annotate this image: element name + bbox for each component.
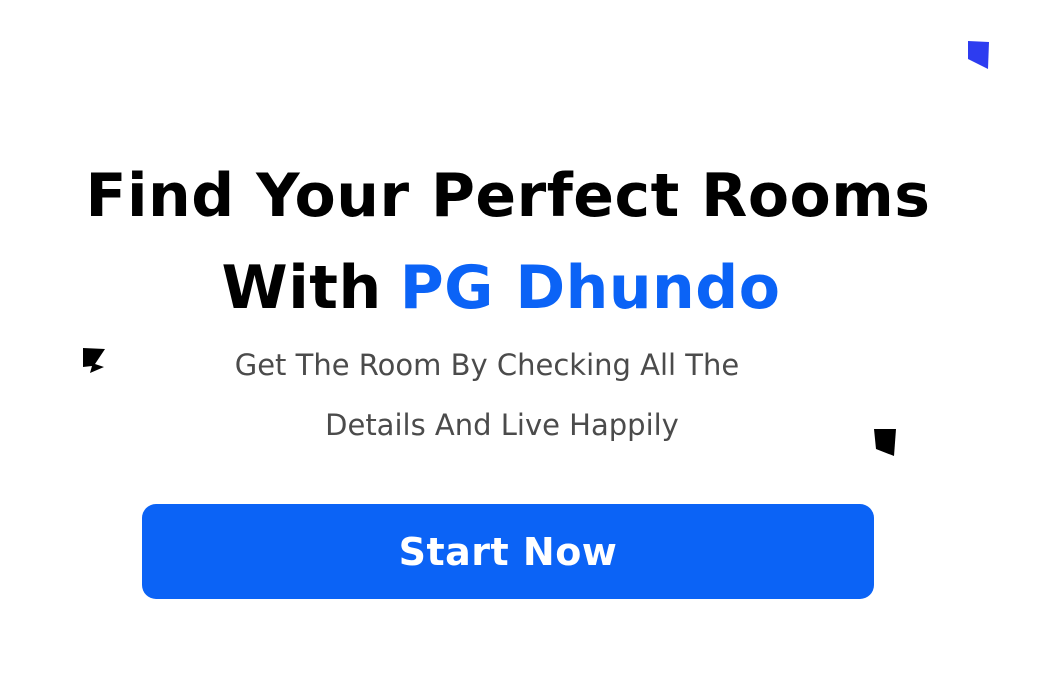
subtitle-line-1: Get The Room By Checking All The: [234, 348, 740, 382]
subtitle-line-2: Details And Live Happily: [325, 408, 679, 442]
decorative-black-shape-right-icon: [874, 429, 896, 456]
headline-line-2: With PG Dhundo: [0, 258, 1002, 318]
headline-line-1: Find Your Perfect Rooms: [85, 161, 931, 232]
start-now-button[interactable]: Start Now: [142, 504, 874, 599]
decorative-blue-shape-icon: [968, 41, 989, 69]
hero-section: Find Your Perfect Rooms With PG Dhundo Ge…: [0, 0, 1051, 695]
headline-with-text: With: [221, 253, 382, 324]
brand-name: PG Dhundo: [399, 253, 781, 324]
